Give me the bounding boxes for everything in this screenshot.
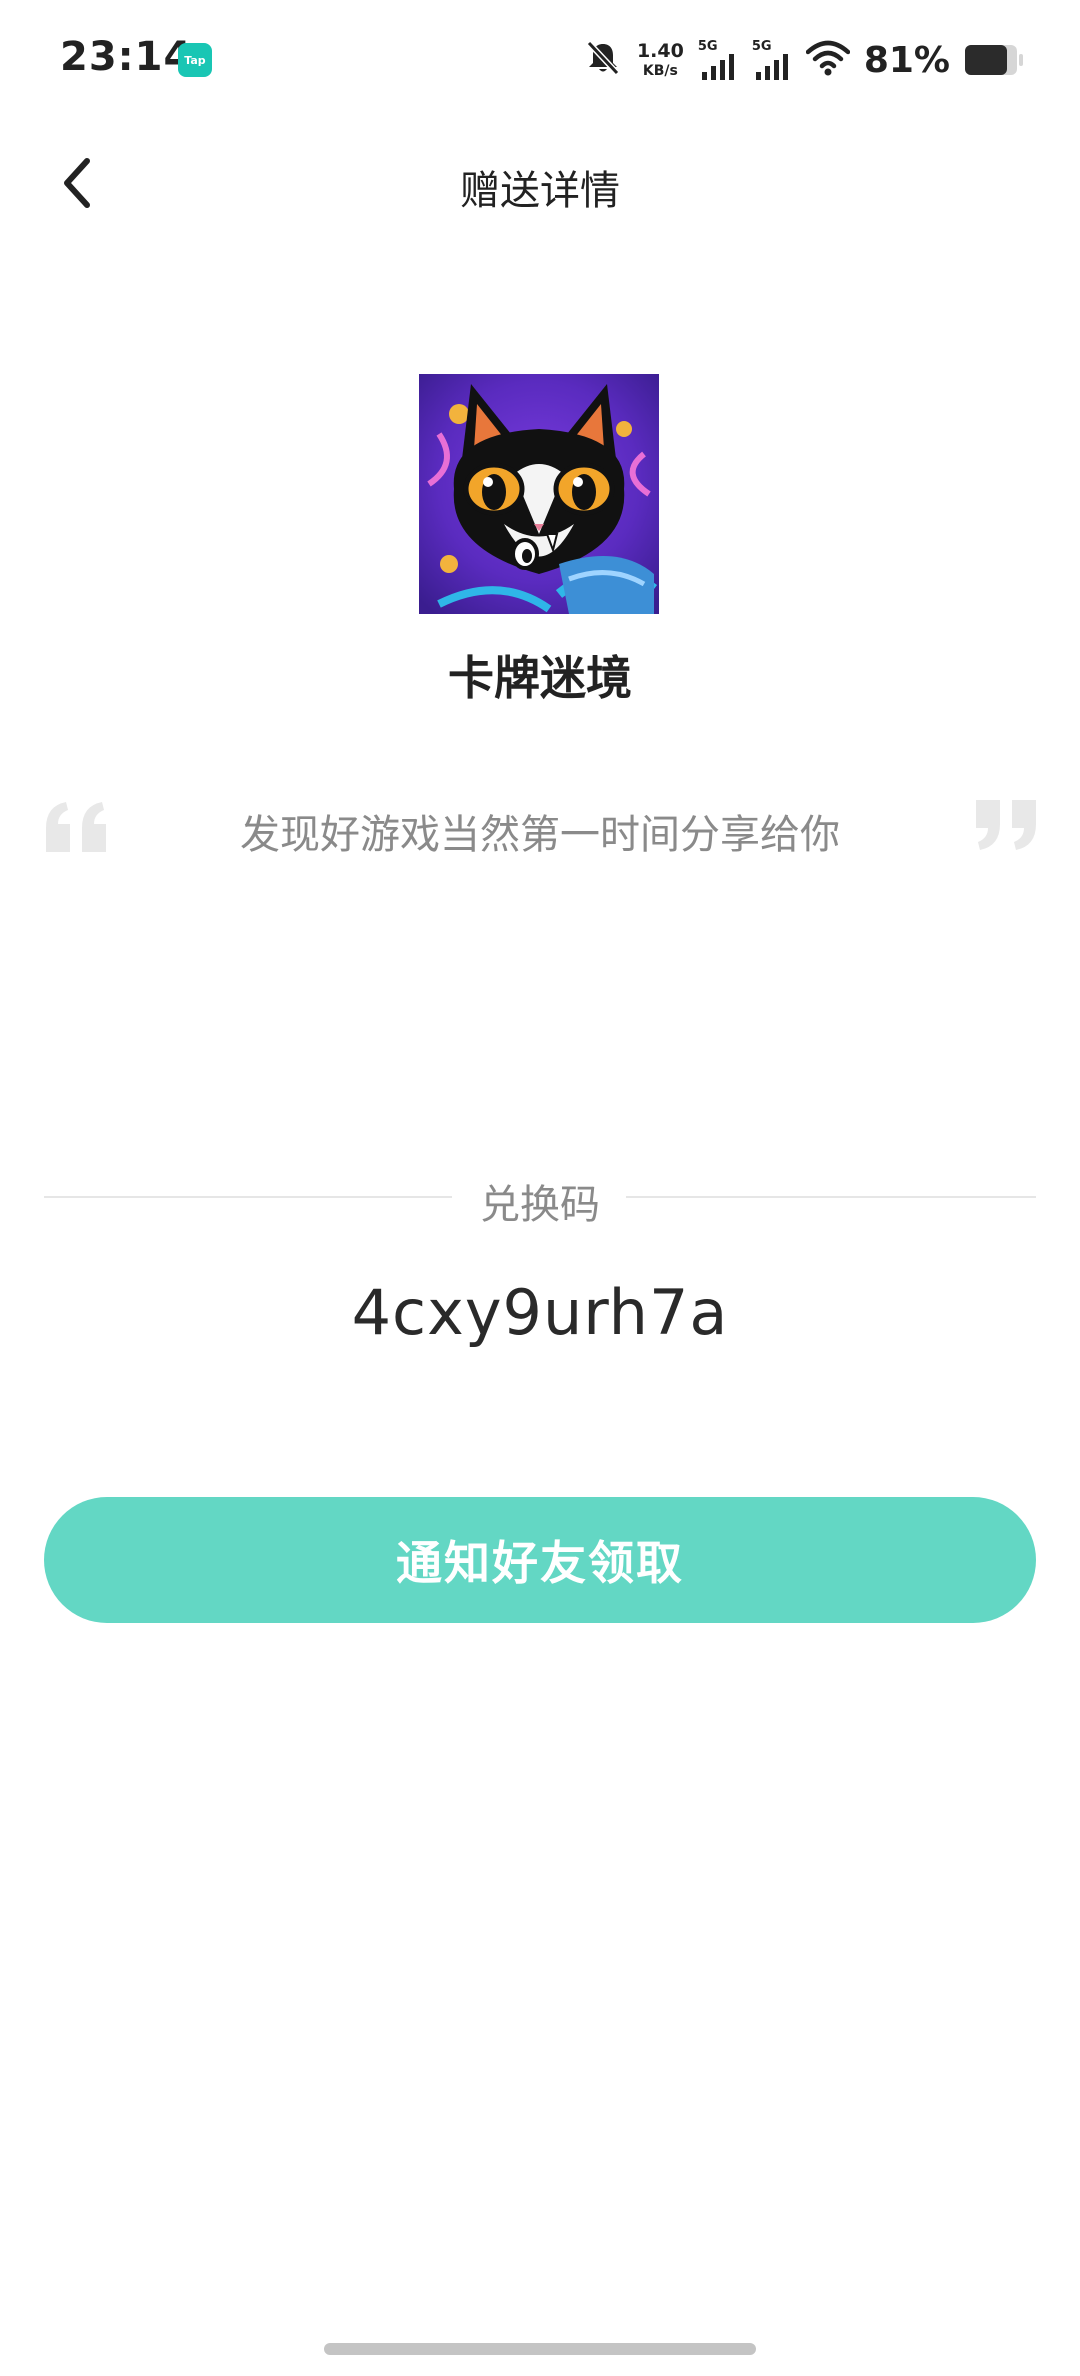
network-speed: 1.40 KB/s (636, 40, 684, 79)
status-icons: 1.40 KB/s 5G 5G 81% (583, 36, 1024, 84)
notify-friend-button[interactable]: 通知好友领取 (44, 1497, 1036, 1623)
gift-message: 发现好游戏当然第一时间分享给你 (240, 812, 840, 858)
battery-icon (964, 43, 1024, 77)
mute-bell-icon (583, 38, 623, 82)
page-title: 赠送详情 (460, 168, 620, 214)
sim2-signal-icon: 5G (752, 40, 792, 80)
status-bar: 23:14 Tap 1.40 KB/s 5G 5G 81% (0, 0, 1080, 120)
redeem-code-value[interactable]: 4cxy9urh7a (0, 1276, 1080, 1349)
close-quote-icon (970, 800, 1040, 852)
divider-right (626, 1196, 1036, 1198)
app-header: 赠送详情 (0, 120, 1080, 250)
taptap-notification-icon: Tap (178, 43, 212, 77)
sim1-signal-icon: 5G (698, 40, 738, 80)
game-name: 卡牌迷境 (448, 651, 632, 705)
status-time: 23:14 (60, 34, 193, 80)
battery-percent: 81% (863, 39, 950, 81)
game-icon (419, 374, 659, 614)
gift-detail-screen: 23:14 Tap 1.40 KB/s 5G 5G 81% 赠送详情 卡牌迷境 … (0, 0, 1080, 2376)
redeem-code-label: 兑换码 (480, 1182, 600, 1228)
home-indicator[interactable] (324, 2343, 756, 2355)
wifi-icon (805, 40, 851, 80)
